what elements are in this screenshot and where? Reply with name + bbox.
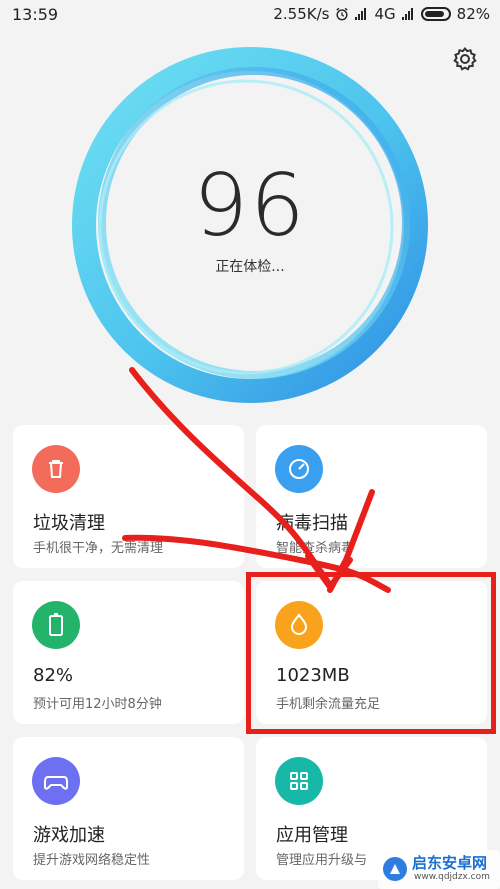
status-indicators: 2.55K/s 4G 82%: [273, 5, 490, 23]
signal-icon-2: [401, 8, 415, 20]
card-title: 病毒扫描: [276, 513, 348, 534]
apps-grid-icon: [275, 757, 323, 805]
card-virus-scan[interactable]: 病毒扫描 智能查杀病毒: [256, 425, 487, 568]
watermark-url: www.qdjdzx.com: [414, 872, 490, 882]
card-subtitle: 智能查杀病毒: [276, 541, 355, 556]
watermark-logo-icon: [383, 857, 407, 881]
card-junk-cleanup[interactable]: 垃圾清理 手机很干净，无需清理: [13, 425, 244, 568]
card-subtitle: 提升游戏网络稳定性: [33, 853, 151, 868]
battery-level: 82%: [456, 5, 490, 23]
watermark-name: 启东安卓网: [412, 854, 488, 872]
shield-scan-icon: [275, 445, 323, 493]
signal-icon: [355, 8, 368, 20]
alarm-icon: [336, 7, 349, 21]
network-type: 4G: [374, 5, 396, 23]
annotation-highlight-box: [246, 572, 496, 734]
card-title: 应用管理: [276, 825, 348, 846]
card-subtitle: 手机很干净，无需清理: [33, 541, 164, 556]
settings-gear-icon[interactable]: [450, 44, 480, 74]
card-title: 游戏加速: [33, 825, 105, 846]
card-title: 82%: [33, 665, 74, 686]
trash-icon: [32, 445, 80, 493]
card-subtitle: 管理应用升级与: [276, 853, 368, 868]
network-speed: 2.55K/s: [273, 5, 330, 23]
card-battery[interactable]: 82% 预计可用12小时8分钟: [13, 581, 244, 724]
status-time: 13:59: [12, 5, 59, 24]
status-bar: 13:59 2.55K/s 4G 82%: [0, 0, 500, 30]
card-game-boost[interactable]: 游戏加速 提升游戏网络稳定性: [13, 737, 244, 880]
card-title: 垃圾清理: [33, 513, 105, 534]
card-subtitle: 预计可用12小时8分钟: [33, 697, 162, 712]
health-score: 96: [193, 156, 307, 256]
watermark: 启东安卓网 www.qdjdzx.com: [378, 850, 500, 889]
gamepad-icon: [32, 757, 80, 805]
checking-status: 正在体检...: [215, 259, 285, 275]
battery-icon: [420, 7, 451, 21]
battery-icon: [32, 601, 80, 649]
